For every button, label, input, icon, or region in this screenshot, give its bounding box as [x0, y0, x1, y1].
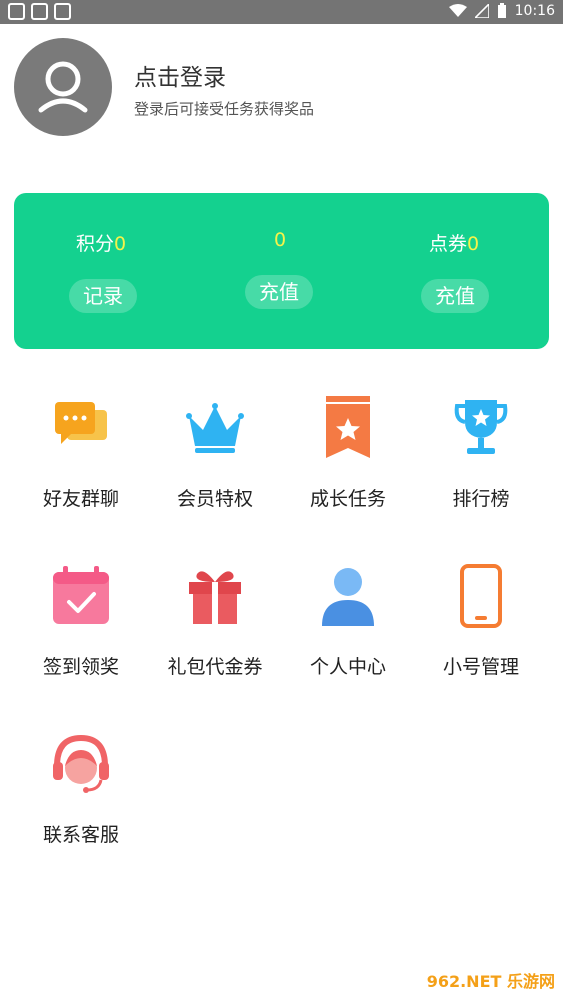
- notification-icons: [8, 3, 71, 20]
- battery-icon: [497, 3, 506, 18]
- signal-icon: [474, 4, 489, 18]
- app-notification-icon: [54, 3, 71, 20]
- menu-item-label: 排行榜: [452, 488, 510, 510]
- recharge-button[interactable]: 充值: [245, 275, 313, 309]
- middle-stat: 0: [274, 229, 286, 251]
- wifi-icon: [448, 4, 467, 17]
- user-icon: [38, 61, 88, 113]
- coupon-value: 0: [467, 233, 480, 255]
- menu-item-check-in[interactable]: 签到领奖: [21, 564, 141, 679]
- coupon-recharge-button[interactable]: 充值: [421, 279, 489, 313]
- trophy-icon: [454, 400, 508, 454]
- points-card: 积分0 0 点券0 记录 充值 充值: [14, 193, 549, 349]
- menu-item-friend-chat[interactable]: 好友群聊: [21, 396, 141, 511]
- menu-item-sub-account[interactable]: 小号管理: [421, 564, 541, 679]
- status-bar: 10:16: [0, 0, 563, 24]
- avatar[interactable]: [14, 38, 112, 136]
- login-title[interactable]: 点击登录: [134, 58, 226, 92]
- middle-value: 0: [274, 229, 287, 251]
- record-button[interactable]: 记录: [69, 279, 137, 313]
- coupon-stat: 点券0: [429, 229, 479, 256]
- menu-item-customer-service[interactable]: 联系客服: [21, 732, 141, 847]
- menu-item-label: 成长任务: [309, 488, 386, 510]
- menu-item-label: 个人中心: [309, 656, 386, 678]
- menu-item-growth-tasks[interactable]: 成长任务: [288, 396, 408, 511]
- profile-header[interactable]: 点击登录 登录后可接受任务获得奖品: [14, 38, 554, 138]
- menu-item-vip[interactable]: 会员特权: [155, 396, 275, 511]
- menu-item-personal-center[interactable]: 个人中心: [288, 564, 408, 679]
- app-notification-icon: [8, 3, 25, 20]
- menu-item-label: 好友群聊: [42, 488, 119, 510]
- calendar-check-icon: [53, 566, 109, 624]
- menu-item-label: 联系客服: [42, 824, 119, 846]
- menu-item-gift-vouchers[interactable]: 礼包代金券: [155, 564, 275, 679]
- menu-item-label: 签到领奖: [42, 656, 119, 678]
- headset-icon: [53, 734, 109, 793]
- app-notification-icon: [31, 3, 48, 20]
- clock: 10:16: [514, 3, 555, 19]
- menu-item-leaderboard[interactable]: 排行榜: [421, 396, 541, 511]
- menu-item-label: 礼包代金券: [167, 656, 263, 678]
- points-label: 积分: [76, 233, 115, 255]
- menu-item-label: 小号管理: [442, 656, 519, 678]
- login-subtitle: 登录后可接受任务获得奖品: [134, 100, 315, 118]
- person-icon: [322, 568, 374, 626]
- crown-icon: [186, 403, 244, 453]
- chat-icon: [55, 402, 107, 444]
- phone-icon: [460, 564, 502, 628]
- menu-item-label: 会员特权: [176, 488, 253, 510]
- bookmark-star-icon: [326, 396, 370, 458]
- watermark-logo: 962.NET 乐游网: [426, 972, 555, 991]
- gift-icon: [189, 571, 241, 624]
- points-value: 0: [114, 233, 127, 255]
- points-stat: 积分0: [76, 229, 126, 256]
- coupon-label: 点券: [429, 233, 468, 255]
